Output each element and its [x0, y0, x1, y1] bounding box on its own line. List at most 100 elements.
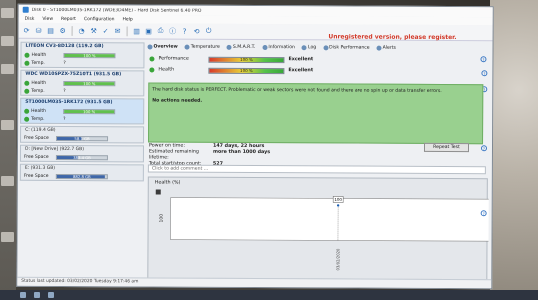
data-point-label: 100: [334, 197, 342, 202]
log-icon: [301, 45, 307, 51]
performance-icon: [323, 45, 329, 51]
help-icon[interactable]: ?: [180, 26, 190, 36]
desktop-icon[interactable]: [1, 64, 14, 74]
smart-icon: [226, 44, 232, 50]
drive-temp-label: Temp.: [31, 60, 45, 66]
report-icon[interactable]: ▤: [46, 25, 56, 35]
volume-item[interactable]: C: (119.4 GB) Free Space 58.1 GB: [20, 125, 145, 144]
data-point: [336, 204, 340, 207]
volume-item[interactable]: E: (931.3 GB) Free Space 882.8 GB: [19, 163, 144, 182]
disk-icon[interactable]: ⛁: [34, 25, 44, 35]
metric-status: Excellent: [288, 57, 314, 63]
drive-temp: ?: [63, 88, 66, 94]
health-bar: 100 %: [63, 108, 116, 114]
metric-status: Excellent: [288, 68, 314, 74]
taskbar-app-icon[interactable]: [34, 292, 40, 298]
status-bar: Status last updated: 03/02/2020 Tuesday …: [17, 276, 492, 289]
ok-icon: [24, 60, 30, 66]
drive-temp-label: Temp.: [31, 88, 45, 94]
tab-temperature[interactable]: Temperature: [184, 44, 220, 50]
unregistered-notice[interactable]: Unregistered version, please register.: [328, 33, 456, 41]
repeat-test-button[interactable]: Repeat Test: [423, 142, 470, 153]
drive-health-label: Health: [31, 52, 47, 58]
tab-label: Log: [307, 45, 317, 51]
taskbar-app-icon[interactable]: [20, 292, 26, 298]
drive-item-selected[interactable]: ST1000LM035-1RK172 (931.5 GB) Health 100 …: [20, 97, 145, 125]
free-space-value: 882.8 GB: [73, 173, 91, 179]
drive-temp-label: Temp.: [31, 116, 45, 122]
desktop-icon[interactable]: [1, 176, 14, 186]
desktop-icon[interactable]: [1, 232, 14, 242]
test-icon[interactable]: ✓: [101, 26, 111, 36]
desktop-icon[interactable]: [1, 36, 14, 46]
tab-bar: Overview Temperature S.M.A.R.T. Informat…: [147, 42, 396, 52]
health-chart: Health (%) 100 100 03/02/2020: [147, 176, 489, 281]
tab-label: Overview: [153, 44, 178, 50]
info-icon[interactable]: ⓘ: [168, 26, 178, 36]
drive-temp: ?: [63, 116, 66, 122]
help-icon[interactable]: ?: [481, 70, 488, 77]
menu-report[interactable]: Report: [61, 16, 76, 21]
tab-alerts[interactable]: Alerts: [376, 45, 396, 51]
tab-label: Temperature: [190, 44, 220, 50]
email-icon[interactable]: ✉: [113, 26, 123, 36]
info-icon: [262, 45, 268, 51]
ok-icon: [149, 56, 155, 62]
comment-field[interactable]: Click to add comment ...: [147, 164, 486, 175]
plot-area: [170, 197, 489, 242]
tab-label: Information: [268, 45, 295, 51]
help-icon[interactable]: ?: [480, 210, 487, 217]
x-tick-label: 03/02/2020: [335, 248, 340, 270]
tools-icon[interactable]: ⚒: [89, 26, 99, 36]
free-space-label: Free Space: [24, 135, 49, 141]
ok-icon: [149, 67, 155, 73]
menu-view[interactable]: View: [42, 16, 53, 21]
print-icon[interactable]: ⎙: [156, 26, 166, 36]
drive-list: LITEON CV3-8D128 (119.2 GB) Health 100 % …: [19, 41, 145, 283]
chart-icon[interactable]: ▥: [132, 26, 142, 36]
tab-log[interactable]: Log: [301, 45, 317, 51]
tab-disk-performance[interactable]: Disk Performance: [323, 45, 370, 51]
volume-item[interactable]: D: [New Drive] (922.7 GB) Free Space 383.…: [19, 144, 145, 163]
free-space-bar: 58.1 GB: [56, 135, 109, 141]
health-bar: 100 %: [63, 52, 116, 58]
tab-overview[interactable]: Overview: [147, 44, 178, 50]
refresh-icon[interactable]: ⟳: [22, 25, 32, 35]
tab-smart[interactable]: S.M.A.R.T.: [226, 44, 256, 51]
overview-panel: Performance 100 % Excellent Health 100 %…: [147, 53, 487, 77]
menu-configuration[interactable]: Configuration: [84, 17, 115, 22]
metric-value: 100 %: [240, 56, 253, 62]
power-icon[interactable]: ⏻: [204, 26, 214, 36]
info-label: Estimated remaining lifetime:: [148, 149, 199, 161]
tab-label: Alerts: [382, 45, 396, 51]
gauge-icon[interactable]: ◔: [77, 26, 87, 36]
tab-information[interactable]: Information: [262, 45, 295, 50]
menu-disk[interactable]: Disk: [25, 16, 35, 21]
drive-health-label: Health: [31, 80, 47, 86]
health-value: 100 %: [83, 80, 96, 86]
status-description: The hard disk status is PERFECT. Problem…: [148, 82, 484, 145]
drive-item[interactable]: WDC WD10SPZX-75Z10T1 (931.5 GB) Health 10…: [20, 69, 145, 97]
info-value: more than 1000 days: [212, 149, 271, 156]
health-row: Health 100 % Excellent: [147, 64, 487, 77]
tab-label: S.M.A.R.T.: [232, 44, 256, 51]
save-icon[interactable]: ▣: [144, 26, 154, 36]
overview-icon: [147, 44, 153, 50]
update-icon[interactable]: ⟲: [192, 26, 202, 36]
ok-icon: [24, 52, 30, 58]
health-bar: 100 %: [63, 80, 116, 86]
settings-icon[interactable]: ⚙: [58, 25, 68, 35]
toolbar-separator: [126, 25, 128, 36]
menu-help[interactable]: Help: [122, 17, 132, 22]
health-value: 100 %: [83, 108, 96, 114]
app-icon: [22, 6, 29, 13]
metric-value: 100 %: [240, 67, 253, 73]
desktop-icon[interactable]: [1, 8, 14, 18]
desktop-sidebar: [0, 0, 16, 300]
help-icon[interactable]: ?: [480, 145, 488, 152]
desktop-icon[interactable]: [1, 120, 14, 130]
help-icon[interactable]: ?: [480, 56, 487, 63]
drive-item[interactable]: LITEON CV3-8D128 (119.2 GB) Health 100 % …: [20, 41, 145, 69]
taskbar-app-icon[interactable]: [48, 292, 54, 298]
metric-label: Performance: [158, 56, 189, 62]
